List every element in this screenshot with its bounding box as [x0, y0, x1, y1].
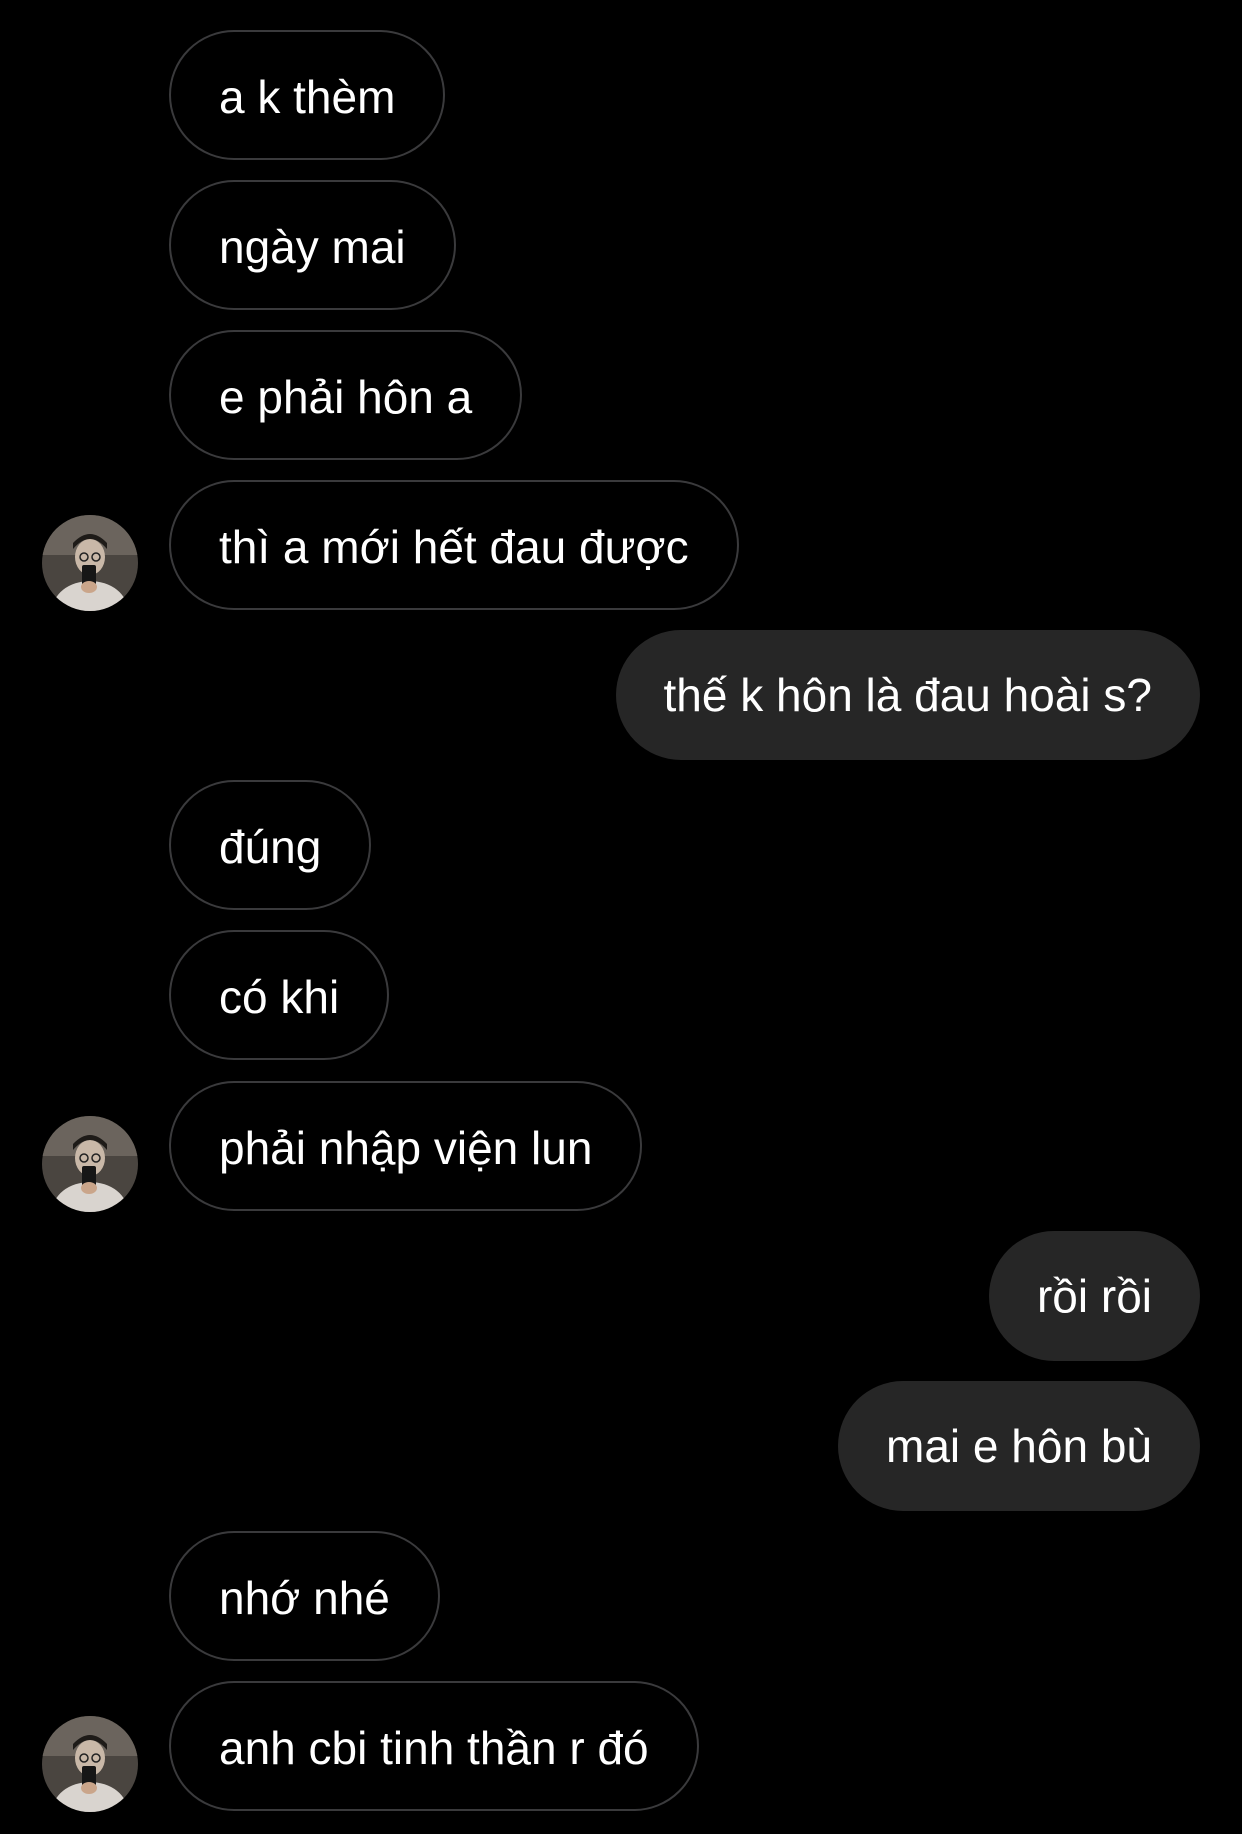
message-row: rồi rồi — [0, 1231, 1242, 1361]
incoming-message-bubble[interactable]: đúng — [169, 780, 372, 910]
incoming-message-bubble[interactable]: anh cbi tinh thần r đó — [169, 1681, 699, 1811]
message-row: phải nhập viện lun — [0, 1081, 1242, 1212]
message-row: anh cbi tinh thần r đó — [0, 1681, 1242, 1812]
outgoing-message-bubble[interactable]: rồi rồi — [988, 1231, 1200, 1361]
incoming-message-bubble[interactable]: a k thèm — [169, 30, 446, 160]
outgoing-message-bubble[interactable]: mai e hôn bù — [838, 1381, 1200, 1511]
message-row: thế k hôn là đau hoài s? — [0, 630, 1242, 760]
incoming-message-bubble[interactable]: phải nhập viện lun — [169, 1081, 643, 1211]
avatar-photo-icon — [42, 1116, 138, 1212]
incoming-message-bubble[interactable]: ngày mai — [169, 180, 456, 310]
sender-avatar[interactable] — [42, 515, 138, 611]
message-thread: a k thèm ngày mai e phải hôn a thì a mới… — [0, 0, 1242, 1834]
message-row: thì a mới hết đau được — [0, 480, 1242, 611]
avatar-photo-icon — [42, 515, 138, 611]
message-row: nhớ nhé — [0, 1531, 1242, 1661]
incoming-message-bubble[interactable]: có khi — [169, 930, 390, 1060]
message-row: ngày mai — [0, 180, 1242, 310]
message-row: có khi — [0, 930, 1242, 1060]
avatar-photo-icon — [42, 1716, 138, 1812]
message-row: đúng — [0, 780, 1242, 910]
incoming-message-bubble[interactable]: e phải hôn a — [169, 330, 523, 460]
incoming-message-bubble[interactable]: thì a mới hết đau được — [169, 480, 739, 610]
message-row: e phải hôn a — [0, 330, 1242, 460]
incoming-message-bubble[interactable]: nhớ nhé — [169, 1531, 440, 1661]
sender-avatar[interactable] — [42, 1716, 138, 1812]
message-row: a k thèm — [0, 30, 1242, 160]
outgoing-message-bubble[interactable]: thế k hôn là đau hoài s? — [615, 630, 1200, 760]
message-row: mai e hôn bù — [0, 1381, 1242, 1511]
sender-avatar[interactable] — [42, 1116, 138, 1212]
